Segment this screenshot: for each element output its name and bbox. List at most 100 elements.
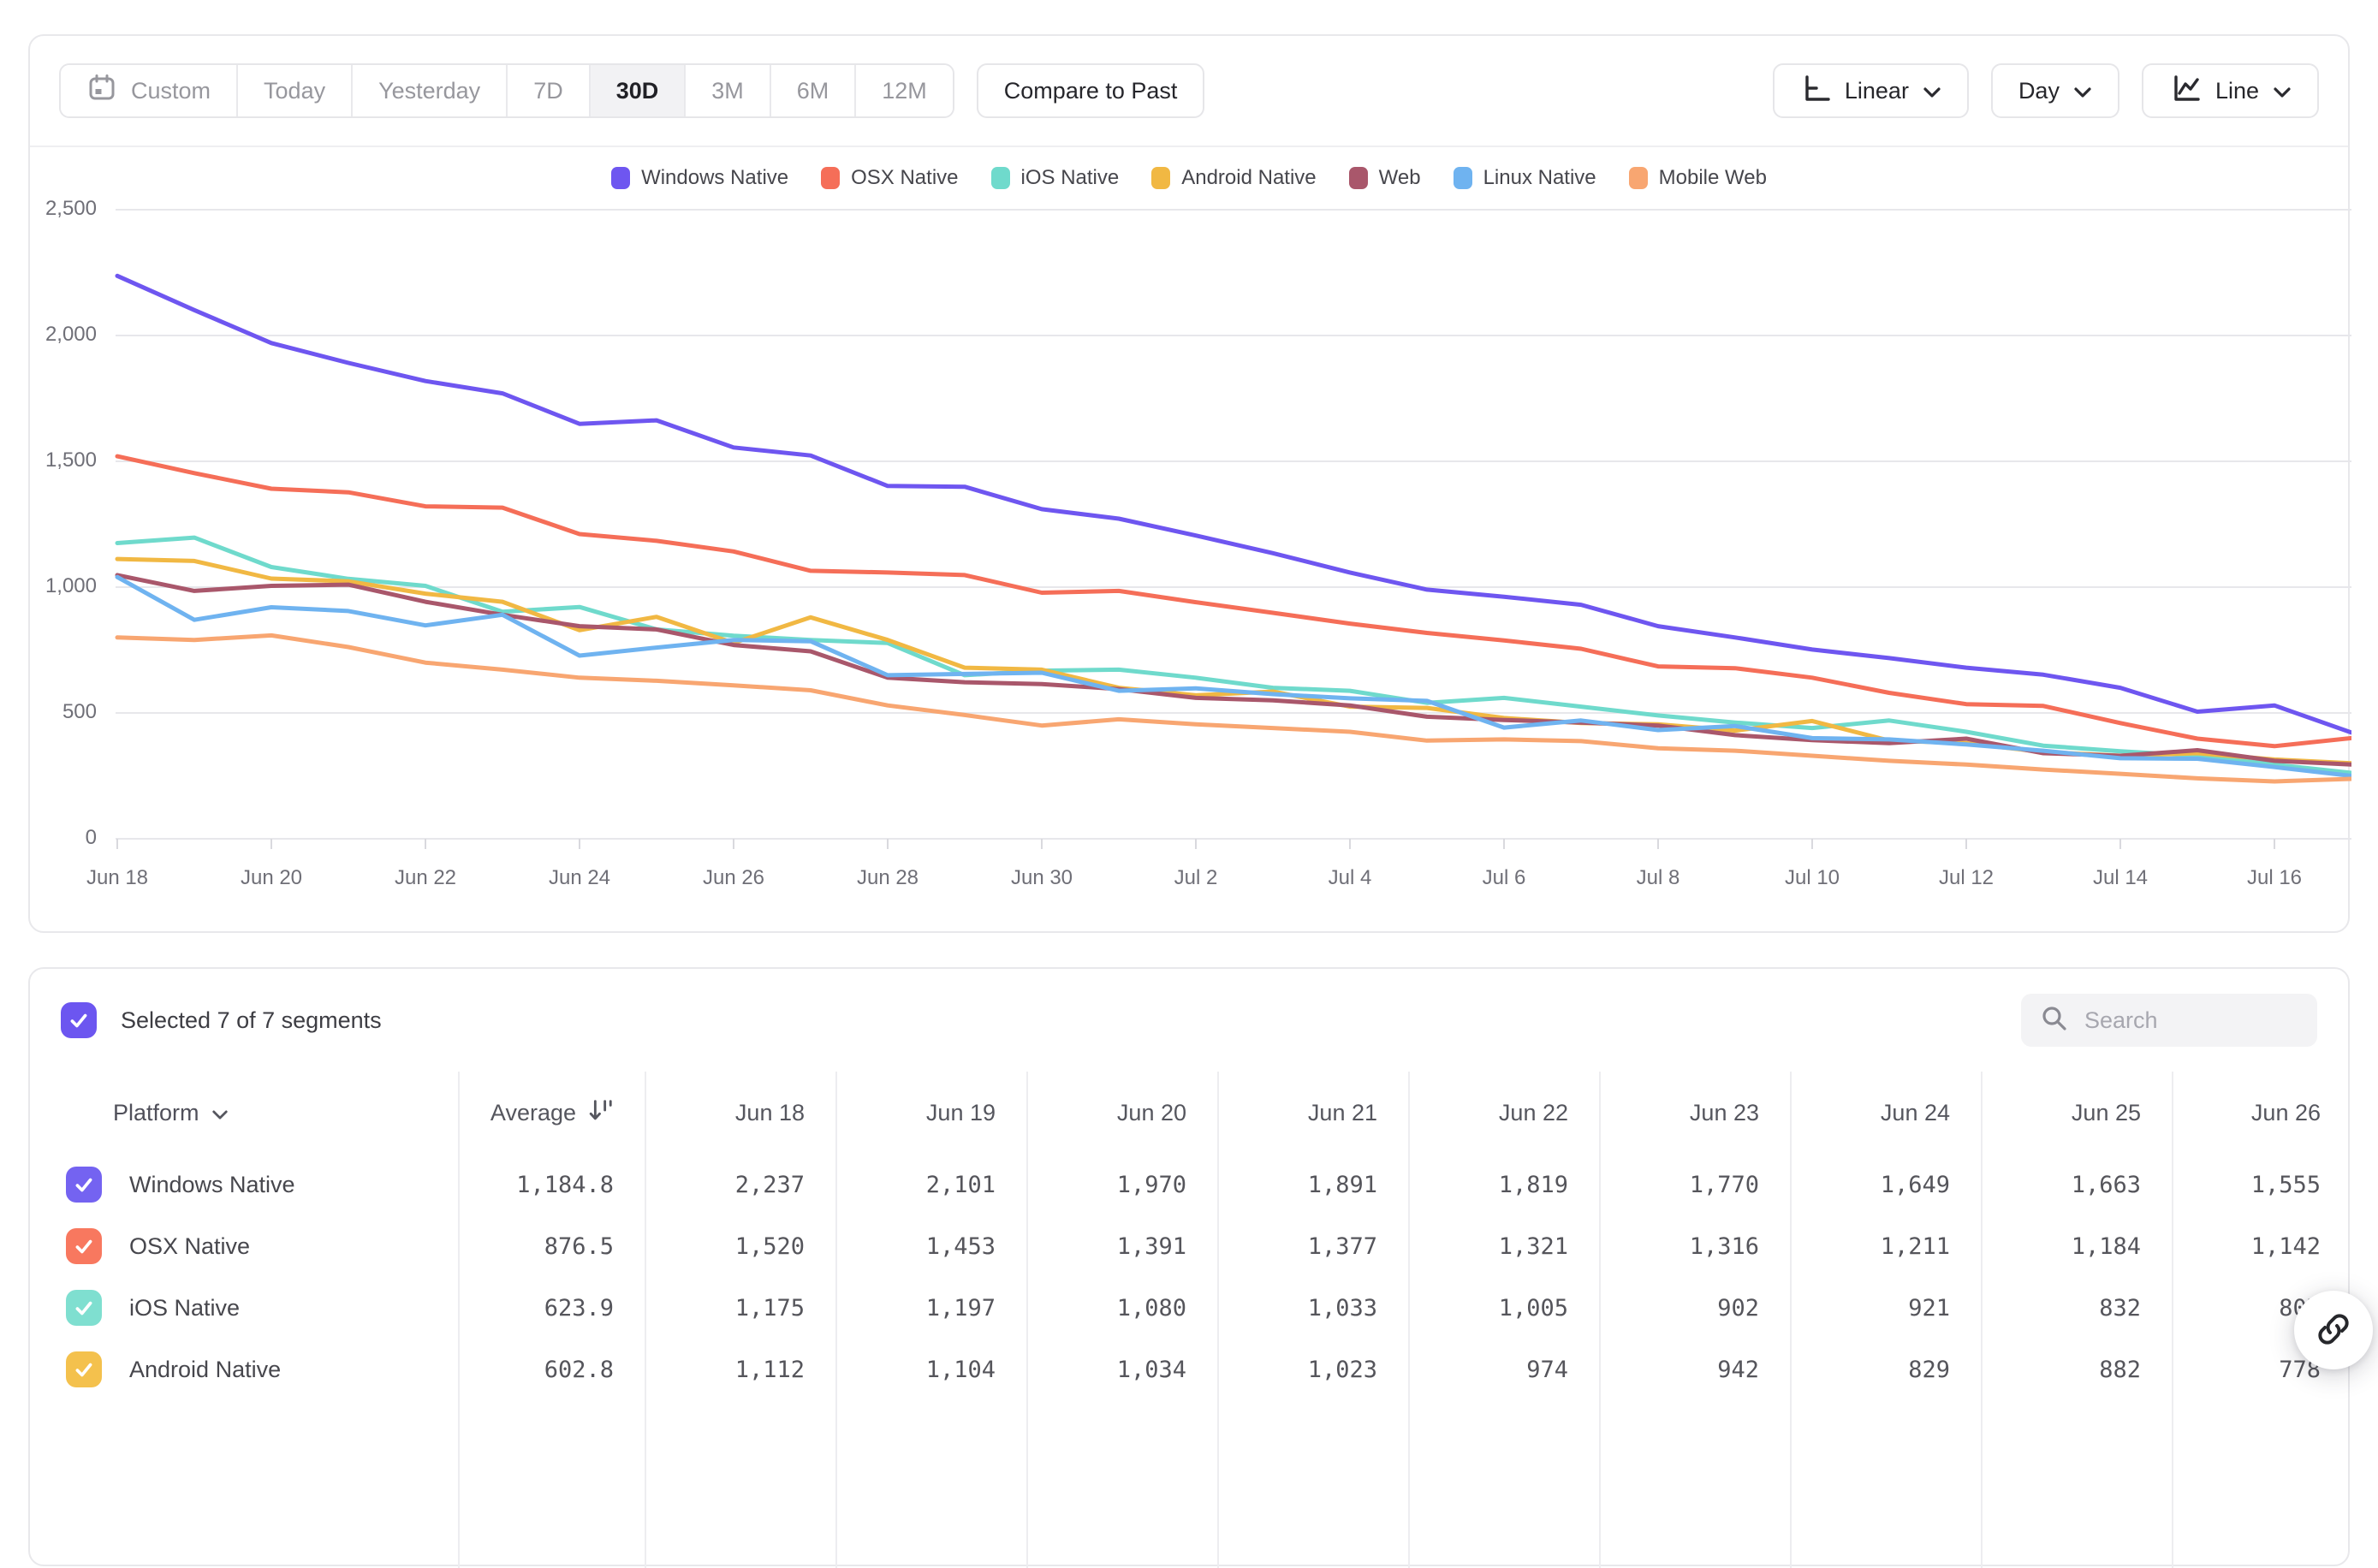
column-header-jun-18: Jun 18 bbox=[645, 1072, 835, 1154]
platform-label: Android Native bbox=[129, 1357, 281, 1383]
value-cell: 902 bbox=[1599, 1277, 1790, 1339]
column-header-average[interactable]: Average bbox=[458, 1072, 645, 1154]
legend-item-linux-native[interactable]: Linux Native bbox=[1454, 166, 1596, 190]
date-header-label: Jun 24 bbox=[1881, 1100, 1950, 1126]
sort-descending-icon bbox=[586, 1096, 614, 1130]
y-tick-label: 1,500 bbox=[30, 448, 97, 472]
x-tick-label: Jul 2 bbox=[1136, 866, 1256, 890]
value-cell: 1,142 bbox=[2172, 1215, 2351, 1277]
value-cell: 1,316 bbox=[1599, 1215, 1790, 1277]
date-range-controls: Custom Today Yesterday 7D 30D 3M 6M 12M Compare… bbox=[59, 63, 1204, 118]
interval-dropdown[interactable]: Day bbox=[1991, 63, 2119, 118]
value-cell: 1,104 bbox=[835, 1339, 1026, 1400]
row-checkbox[interactable] bbox=[66, 1351, 102, 1387]
range-custom[interactable]: Custom bbox=[61, 65, 236, 116]
range-6m[interactable]: 6M bbox=[770, 65, 855, 116]
value-cell: 1,112 bbox=[645, 1339, 835, 1400]
x-tick-label: Jul 10 bbox=[1752, 866, 1872, 890]
value-cell: 2,101 bbox=[835, 1154, 1026, 1215]
y-tick-label: 0 bbox=[30, 826, 97, 850]
average-cell: 623.9 bbox=[458, 1277, 645, 1339]
value-cell: 974 bbox=[1408, 1339, 1599, 1400]
series-line-linux-native bbox=[117, 577, 2351, 775]
table-row-osx-native: OSX Native876.51,5201,4531,3911,3771,321… bbox=[30, 1215, 2348, 1277]
segments-table-card: Selected 7 of 7 segments PlatformAverage… bbox=[28, 967, 2350, 1566]
x-tick-label: Jul 8 bbox=[1598, 866, 1718, 890]
value-cell: 1,891 bbox=[1217, 1154, 1408, 1215]
range-label: Custom bbox=[131, 78, 211, 104]
average-cell: 1,184.8 bbox=[458, 1154, 645, 1215]
range-label: 7D bbox=[533, 78, 563, 104]
platform-label: OSX Native bbox=[129, 1233, 250, 1260]
range-today[interactable]: Today bbox=[236, 65, 351, 116]
range-yesterday[interactable]: Yesterday bbox=[351, 65, 506, 116]
y-tick-label: 2,000 bbox=[30, 323, 97, 347]
legend-item-windows-native[interactable]: Windows Native bbox=[611, 166, 788, 190]
y-tick-label: 500 bbox=[30, 700, 97, 724]
value-cell: 1,391 bbox=[1026, 1215, 1217, 1277]
legend-item-mobile-web[interactable]: Mobile Web bbox=[1629, 166, 1767, 190]
legend-item-web[interactable]: Web bbox=[1349, 166, 1421, 190]
legend-label: Linux Native bbox=[1483, 166, 1596, 190]
x-tick-label: Jul 16 bbox=[2215, 866, 2334, 890]
legend-label: Mobile Web bbox=[1659, 166, 1767, 190]
column-header-jun-25: Jun 25 bbox=[1981, 1072, 2172, 1154]
value-cell: 1,184 bbox=[1981, 1215, 2172, 1277]
x-tick-label: Jun 20 bbox=[211, 866, 331, 890]
range-label: 12M bbox=[882, 78, 927, 104]
value-cell: 1,663 bbox=[1981, 1154, 2172, 1215]
row-checkbox[interactable] bbox=[66, 1228, 102, 1264]
legend-item-ios-native[interactable]: iOS Native bbox=[991, 166, 1120, 190]
scale-dropdown[interactable]: Linear bbox=[1773, 63, 1969, 118]
value-cell: 1,377 bbox=[1217, 1215, 1408, 1277]
series-line-android-native bbox=[117, 559, 2351, 763]
value-cell: 1,520 bbox=[645, 1215, 835, 1277]
scale-dropdown-label: Linear bbox=[1845, 78, 1909, 104]
value-cell: 1,770 bbox=[1599, 1154, 1790, 1215]
row-checkbox[interactable] bbox=[66, 1290, 102, 1326]
search-input[interactable] bbox=[2083, 1007, 2298, 1035]
chart-type-dropdown[interactable]: Line bbox=[2142, 63, 2319, 118]
share-link-button[interactable] bbox=[2294, 1291, 2373, 1369]
x-tick-label: Jun 24 bbox=[520, 866, 639, 890]
x-tick-label: Jun 30 bbox=[982, 866, 1102, 890]
range-7d[interactable]: 7D bbox=[506, 65, 589, 116]
link-icon bbox=[2315, 1310, 2352, 1351]
legend-label: Android Native bbox=[1181, 166, 1316, 190]
range-3m[interactable]: 3M bbox=[684, 65, 770, 116]
x-tick-label: Jun 22 bbox=[366, 866, 485, 890]
date-header-label: Jun 21 bbox=[1308, 1100, 1377, 1126]
chevron-down-icon bbox=[2273, 78, 2292, 104]
compare-to-past-button[interactable]: Compare to Past bbox=[977, 63, 1205, 118]
column-header-jun-24: Jun 24 bbox=[1790, 1072, 1981, 1154]
legend-item-osx-native[interactable]: OSX Native bbox=[821, 166, 958, 190]
value-cell: 942 bbox=[1599, 1339, 1790, 1400]
chart-card: Custom Today Yesterday 7D 30D 3M 6M 12M Compare… bbox=[28, 34, 2350, 933]
value-cell: 1,034 bbox=[1026, 1339, 1217, 1400]
date-header-label: Jun 26 bbox=[2251, 1100, 2321, 1126]
x-tick-label: Jun 26 bbox=[674, 866, 794, 890]
x-tick-label: Jun 28 bbox=[828, 866, 948, 890]
average-cell: 876.5 bbox=[458, 1215, 645, 1277]
value-cell: 2,237 bbox=[645, 1154, 835, 1215]
range-12m[interactable]: 12M bbox=[854, 65, 953, 116]
value-cell: 921 bbox=[1790, 1277, 1981, 1339]
column-header-platform[interactable]: Platform bbox=[30, 1072, 458, 1154]
value-cell: 1,453 bbox=[835, 1215, 1026, 1277]
column-header-jun-26: Jun 26 bbox=[2172, 1072, 2351, 1154]
x-tick-label: Jun 18 bbox=[57, 866, 177, 890]
x-tick-label: Jul 14 bbox=[2060, 866, 2180, 890]
legend-item-android-native[interactable]: Android Native bbox=[1151, 166, 1316, 190]
row-checkbox[interactable] bbox=[66, 1167, 102, 1203]
date-header-label: Jun 22 bbox=[1499, 1100, 1568, 1126]
series-line-ios-native bbox=[117, 538, 2351, 773]
range-30d[interactable]: 30D bbox=[589, 65, 685, 116]
select-all-checkbox[interactable] bbox=[61, 1002, 97, 1038]
range-label: 3M bbox=[711, 78, 744, 104]
calendar-icon bbox=[86, 73, 117, 110]
platform-cell: Android Native bbox=[30, 1339, 458, 1400]
column-header-jun-20: Jun 20 bbox=[1026, 1072, 1217, 1154]
range-label: Today bbox=[264, 78, 325, 104]
table-row-ios-native: iOS Native623.91,1751,1971,0801,0331,005… bbox=[30, 1277, 2348, 1339]
value-cell: 1,080 bbox=[1026, 1277, 1217, 1339]
